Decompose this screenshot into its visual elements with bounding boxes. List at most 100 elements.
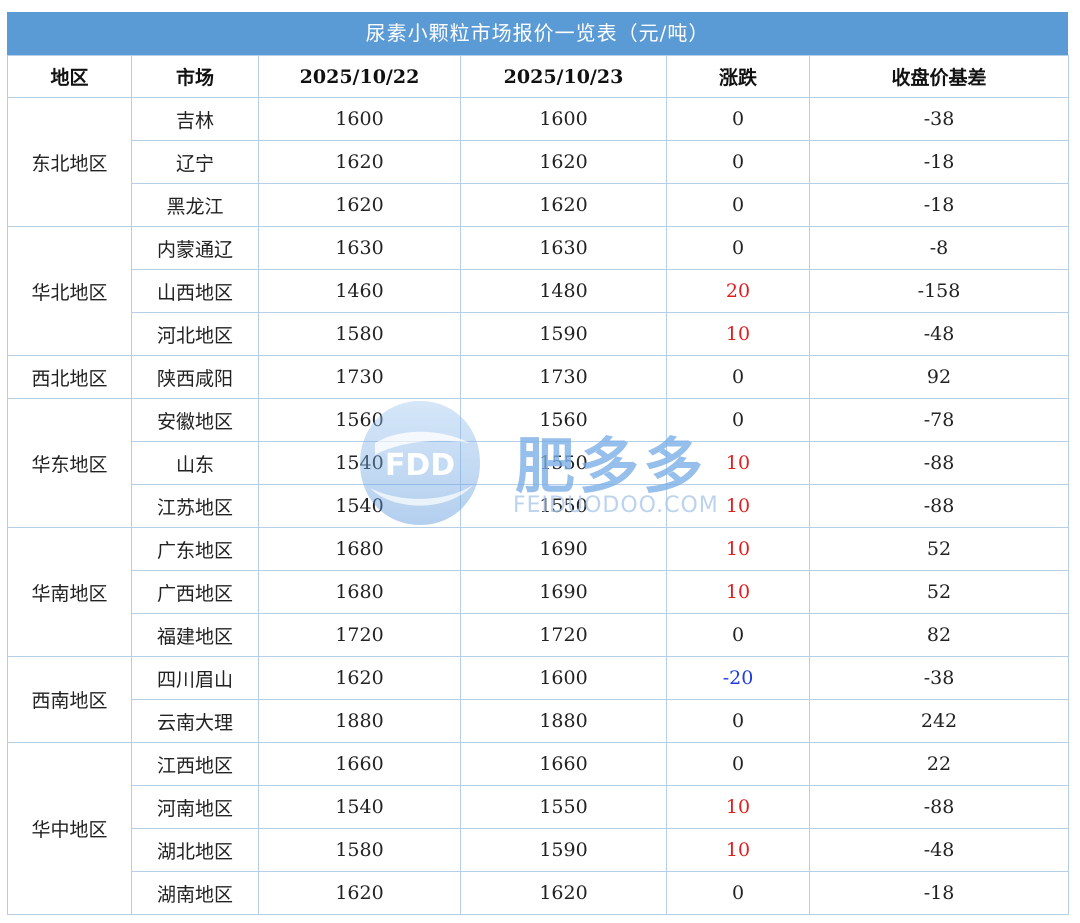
table-row: 河北地区 1580 1590 10 -48 [8, 312, 1069, 356]
price-date2-cell: 1620 [460, 183, 667, 227]
change-cell: 10 [666, 312, 810, 356]
table-row: 云南大理 1880 1880 0 242 [8, 699, 1069, 743]
basis-cell: -78 [809, 398, 1069, 442]
price-date2-cell: 1630 [460, 226, 667, 270]
table-row: 广西地区 1680 1690 10 52 [8, 570, 1069, 614]
table-row: 华北地区 内蒙通辽 1630 1630 0 -8 [7, 226, 1069, 356]
price-date2-cell: 1590 [460, 828, 667, 872]
market-cell: 广东地区 [131, 527, 259, 571]
price-date2-cell: 1620 [460, 140, 667, 184]
price-date1-cell: 1540 [258, 441, 461, 485]
header-market: 市场 [131, 55, 259, 98]
price-date1-cell: 1460 [258, 269, 461, 313]
change-cell: 0 [666, 97, 810, 141]
change-cell: 0 [666, 398, 810, 442]
basis-cell: -18 [809, 871, 1069, 915]
price-date2-cell: 1730 [460, 355, 667, 399]
basis-cell: -48 [809, 828, 1069, 872]
market-cell: 福建地区 [131, 613, 259, 657]
change-cell: 0 [666, 871, 810, 915]
table-body: 东北地区 吉林 1600 1600 0 -38 辽宁 1620 1620 0 -18 黑龙江 1620 1… [7, 97, 1069, 915]
header-basis: 收盘价基差 [809, 55, 1069, 98]
market-cell: 陕西咸阳 [131, 355, 259, 399]
change-cell: 0 [666, 742, 810, 786]
region-cell: 华东地区 [7, 398, 132, 528]
market-cell: 安徽地区 [131, 398, 259, 442]
table-row: 山西地区 1460 1480 20 -158 [8, 269, 1069, 313]
price-date2-cell: 1480 [460, 269, 667, 313]
header-row: 地区 市场 2025/10/22 2025/10/23 涨跌 收盘价基差 [7, 55, 1069, 98]
change-cell: 0 [666, 699, 810, 743]
change-cell: 10 [666, 570, 810, 614]
table-row: 湖北地区 1580 1590 10 -48 [8, 828, 1069, 872]
basis-cell: -18 [809, 183, 1069, 227]
price-table-container: 尿素小颗粒市场报价一览表（元/吨） 地区 市场 2025/10/22 2025/… [7, 12, 1069, 915]
price-date1-cell: 1880 [258, 699, 461, 743]
price-date1-cell: 1580 [258, 828, 461, 872]
basis-cell: 82 [809, 613, 1069, 657]
price-date1-cell: 1560 [258, 398, 461, 442]
region-cell: 华中地区 [7, 742, 132, 915]
header-region: 地区 [7, 55, 132, 98]
price-date1-cell: 1720 [258, 613, 461, 657]
basis-cell: 22 [809, 742, 1069, 786]
market-cell: 山东 [131, 441, 259, 485]
market-cell: 四川眉山 [131, 656, 259, 700]
change-cell: 20 [666, 269, 810, 313]
region-cell: 华南地区 [7, 527, 132, 657]
basis-cell: -158 [809, 269, 1069, 313]
price-date2-cell: 1600 [460, 97, 667, 141]
price-date2-cell: 1600 [460, 656, 667, 700]
price-date2-cell: 1690 [460, 570, 667, 614]
header-change: 涨跌 [666, 55, 810, 98]
change-cell: 10 [666, 828, 810, 872]
table-row: 江苏地区 1540 1550 10 -88 [8, 484, 1069, 528]
price-date1-cell: 1660 [258, 742, 461, 786]
price-date1-cell: 1620 [258, 871, 461, 915]
price-date1-cell: 1540 [258, 785, 461, 829]
change-cell: 10 [666, 484, 810, 528]
header-date-2: 2025/10/23 [460, 55, 667, 98]
market-cell: 湖北地区 [131, 828, 259, 872]
price-date2-cell: 1550 [460, 484, 667, 528]
basis-cell: -48 [809, 312, 1069, 356]
price-table: 地区 市场 2025/10/22 2025/10/23 涨跌 收盘价基差 东北地… [7, 55, 1069, 915]
table-row: 东北地区 吉林 1600 1600 0 -38 [7, 97, 1069, 227]
basis-cell: -18 [809, 140, 1069, 184]
market-cell: 河南地区 [131, 785, 259, 829]
market-cell: 湖南地区 [131, 871, 259, 915]
market-cell: 内蒙通辽 [131, 226, 259, 270]
price-date2-cell: 1550 [460, 441, 667, 485]
price-date1-cell: 1680 [258, 570, 461, 614]
price-date1-cell: 1620 [258, 656, 461, 700]
region-cell: 东北地区 [7, 97, 132, 227]
price-date1-cell: 1680 [258, 527, 461, 571]
region-cell: 西南地区 [7, 656, 132, 743]
price-date1-cell: 1600 [258, 97, 461, 141]
price-date1-cell: 1580 [258, 312, 461, 356]
basis-cell: -8 [809, 226, 1069, 270]
change-cell: 0 [666, 355, 810, 399]
price-date2-cell: 1880 [460, 699, 667, 743]
change-cell: 0 [666, 183, 810, 227]
basis-cell: -88 [809, 441, 1069, 485]
market-cell: 云南大理 [131, 699, 259, 743]
table-row: 山东 1540 1550 10 -88 [8, 441, 1069, 485]
price-date2-cell: 1550 [460, 785, 667, 829]
market-cell: 吉林 [131, 97, 259, 141]
change-cell: 10 [666, 527, 810, 571]
basis-cell: 92 [809, 355, 1069, 399]
price-date2-cell: 1560 [460, 398, 667, 442]
price-date1-cell: 1540 [258, 484, 461, 528]
table-row: 西南地区 四川眉山 1620 1600 -20 -38 [7, 656, 1069, 743]
price-date1-cell: 1630 [258, 226, 461, 270]
market-cell: 山西地区 [131, 269, 259, 313]
change-cell: -20 [666, 656, 810, 700]
table-row: 湖南地区 1620 1620 0 -18 [8, 871, 1069, 915]
table-row: 黑龙江 1620 1620 0 -18 [8, 183, 1069, 227]
table-row: 华东地区 安徽地区 1560 1560 0 -78 [7, 398, 1069, 528]
price-date2-cell: 1720 [460, 613, 667, 657]
region-cell: 华北地区 [7, 226, 132, 356]
basis-cell: -88 [809, 484, 1069, 528]
basis-cell: -88 [809, 785, 1069, 829]
